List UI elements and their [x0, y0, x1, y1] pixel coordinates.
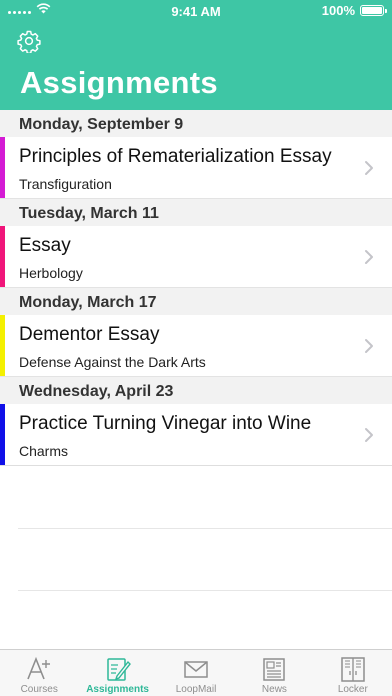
- locker-icon: [338, 655, 368, 683]
- settings-button[interactable]: [17, 29, 41, 55]
- course-color-bar: [0, 315, 5, 376]
- assignment-course: Defense Against the Dark Arts: [19, 354, 206, 370]
- assignments-icon: [103, 655, 133, 683]
- chevron-right-icon: [365, 428, 373, 442]
- tab-label: Locker: [337, 684, 368, 695]
- section-header-date: Monday, September 9: [0, 110, 392, 137]
- tab-courses[interactable]: Courses: [0, 650, 78, 696]
- chevron-right-icon: [365, 161, 373, 175]
- courses-icon: [24, 655, 54, 683]
- tab-label: Assignments: [86, 684, 149, 695]
- header: 9:41 AM 100% Assignments: [0, 0, 392, 110]
- assignment-list: Monday, September 9 Principles of Remate…: [0, 110, 392, 466]
- battery-percent: 100%: [321, 3, 355, 18]
- empty-row-divider: [18, 528, 392, 529]
- tab-locker[interactable]: Locker: [314, 650, 392, 696]
- status-bar: 9:41 AM 100%: [0, 0, 392, 22]
- tab-label: LoopMail: [175, 684, 217, 695]
- assignment-course: Charms: [19, 443, 69, 459]
- mail-icon: [181, 655, 211, 683]
- news-icon: [259, 655, 289, 683]
- page-title: Assignments: [20, 65, 218, 100]
- empty-row-divider: [18, 590, 392, 591]
- assignment-title: Essay: [19, 235, 71, 256]
- course-color-bar: [0, 226, 5, 287]
- tab-label: Courses: [20, 684, 58, 695]
- assignment-title: Principles of Rematerialization Essay: [19, 146, 332, 167]
- chevron-right-icon: [365, 250, 373, 264]
- assignment-title: Practice Turning Vinegar into Wine: [19, 413, 312, 434]
- section-header-date: Monday, March 17: [0, 288, 392, 315]
- assignment-title: Dementor Essay: [19, 324, 160, 345]
- tab-label: News: [261, 684, 287, 695]
- assignment-row[interactable]: Essay Herbology: [0, 226, 392, 288]
- gear-icon: [17, 30, 41, 55]
- status-right: 100%: [321, 3, 387, 18]
- chevron-right-icon: [365, 339, 373, 353]
- assignment-row[interactable]: Principles of Rematerialization Essay Tr…: [0, 137, 392, 199]
- tab-loopmail[interactable]: LoopMail: [157, 650, 235, 696]
- course-color-bar: [0, 404, 5, 465]
- tab-news[interactable]: News: [235, 650, 313, 696]
- battery-icon: [360, 5, 387, 16]
- course-color-bar: [0, 137, 5, 198]
- assignment-course: Transfiguration: [19, 176, 112, 192]
- assignment-row[interactable]: Dementor Essay Defense Against the Dark …: [0, 315, 392, 377]
- assignment-row[interactable]: Practice Turning Vinegar into Wine Charm…: [0, 404, 392, 466]
- assignment-course: Herbology: [19, 265, 83, 281]
- tab-bar: Courses Assignments LoopMail News Locker: [0, 649, 392, 696]
- section-header-date: Wednesday, April 23: [0, 377, 392, 404]
- section-header-date: Tuesday, March 11: [0, 199, 392, 226]
- tab-assignments[interactable]: Assignments: [78, 650, 156, 696]
